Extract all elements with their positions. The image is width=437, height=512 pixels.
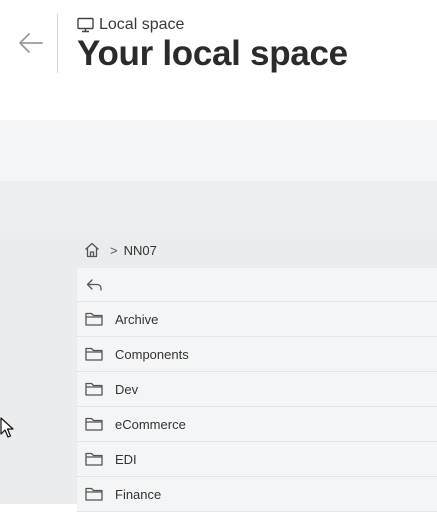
breadcrumb: Local space [77,15,184,35]
folder-icon [85,452,103,466]
go-up-row[interactable] [77,268,437,302]
header-divider [57,14,58,73]
page-title: Your local space [77,34,348,73]
list-item[interactable]: eCommerce [77,407,437,442]
folder-list: Archive Components Dev eCommerce EDI Fin… [77,268,437,512]
home-icon[interactable] [83,241,101,259]
list-item[interactable]: Archive [77,302,437,337]
list-item-label: Archive [115,311,159,327]
breadcrumb-label: Local space [99,16,185,33]
list-item-label: EDI [115,451,137,467]
page-header: Local space Your local space [0,0,437,120]
folder-icon [85,312,103,326]
monitor-icon [77,17,94,33]
list-item[interactable]: Dev [77,372,437,407]
toolbar-area [0,120,437,181]
list-item-label: Dev [115,381,139,397]
path-segment-nn07[interactable]: NN07 [124,243,157,258]
arrow-left-icon[interactable] [16,28,46,58]
list-item-label: eCommerce [115,416,186,432]
folder-icon [85,417,103,431]
folder-icon [85,382,103,396]
list-item[interactable]: Components [77,337,437,372]
list-item-label: Finance [115,486,162,502]
folder-path: > NN07 [77,232,157,268]
list-item[interactable]: Finance [77,477,437,512]
list-item-label: Components [115,346,189,362]
list-item[interactable]: EDI [77,442,437,477]
return-arrow-icon [86,278,102,291]
path-separator: > [110,242,118,258]
mouse-pointer-icon [0,417,14,438]
folder-icon [85,347,103,361]
folder-icon [85,487,103,501]
